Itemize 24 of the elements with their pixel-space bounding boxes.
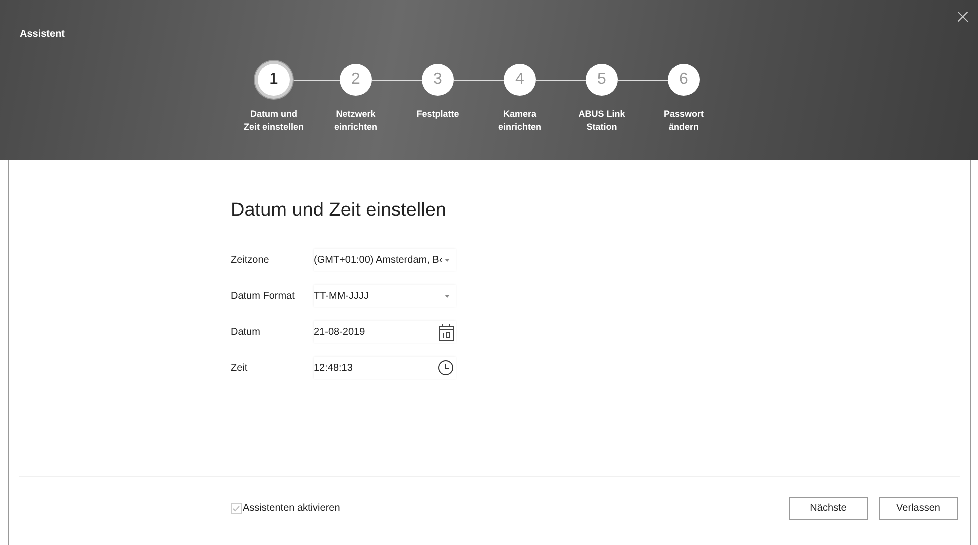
step-label: ABUS Link Station: [578, 108, 626, 134]
dropdown-field[interactable]: TT-MM-JJJJ: [314, 285, 456, 307]
field-label: Datum: [231, 326, 262, 338]
field-label: Datum Format: [231, 290, 296, 302]
input-field[interactable]: 12:48:13: [314, 357, 456, 379]
field-label: Zeitzone: [231, 254, 270, 266]
footer-button[interactable]: Nächste: [789, 497, 868, 520]
step-label: Passwort ändern: [662, 108, 706, 134]
page-heading: Datum und Zeit einstellen: [231, 200, 448, 222]
clock-icon[interactable]: [438, 360, 454, 376]
input-field[interactable]: 21-08-2019: [314, 321, 456, 343]
dropdown-caret-icon[interactable]: [445, 294, 450, 298]
calendar-icon[interactable]: [439, 324, 454, 340]
dropdown-field[interactable]: (GMT+01:00) Amsterdam, B‹: [314, 249, 456, 271]
footer-button[interactable]: Verlassen: [879, 497, 958, 520]
step-label: Kamera einrichten: [497, 108, 542, 134]
window-title: Assistent: [20, 29, 66, 40]
field-label: Zeit: [231, 362, 249, 374]
step-label: Datum und Zeit einstellen: [243, 108, 305, 134]
step-label: Festplatte: [416, 108, 460, 121]
dropdown-caret-icon[interactable]: [445, 258, 450, 262]
step-label: Netzwerk einrichten: [333, 108, 378, 134]
step-circle[interactable]: 1: [258, 64, 290, 96]
close-icon[interactable]: [958, 12, 968, 22]
